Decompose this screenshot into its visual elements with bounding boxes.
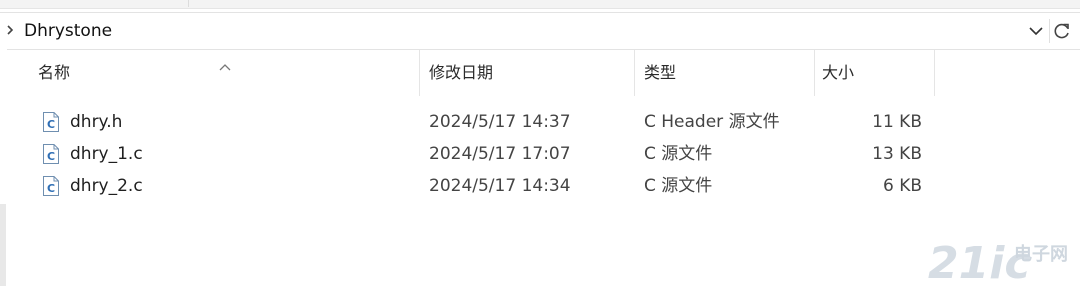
- c-source-file-icon: C: [42, 143, 60, 165]
- svg-text:C: C: [47, 182, 55, 195]
- file-size: 11 KB: [872, 112, 922, 132]
- top-strip-segment: [0, 0, 189, 7]
- svg-text:C: C: [47, 150, 55, 163]
- column-header-name[interactable]: 名称: [38, 50, 70, 96]
- file-name[interactable]: dhry.h: [70, 106, 122, 138]
- column-header-type[interactable]: 类型: [644, 50, 676, 96]
- svg-text:电子网: 电子网: [1014, 243, 1068, 265]
- file-date-modified: 2024/5/17 14:37: [429, 112, 571, 132]
- file-size: 6 KB: [882, 176, 922, 196]
- file-row[interactable]: C dhry.h 2024/5/17 14:37 C Header 源文件 11…: [30, 106, 950, 138]
- chevron-down-icon[interactable]: [1027, 21, 1045, 41]
- file-name[interactable]: dhry_2.c: [70, 170, 143, 202]
- address-bar[interactable]: Dhrystone: [0, 12, 1080, 50]
- column-divider[interactable]: [934, 50, 935, 96]
- column-divider[interactable]: [634, 50, 635, 96]
- file-type: C 源文件: [644, 144, 713, 164]
- file-date-modified: 2024/5/17 17:07: [429, 144, 571, 164]
- file-row[interactable]: C dhry_1.c 2024/5/17 17:07 C 源文件 13 KB: [30, 138, 950, 170]
- svg-text:C: C: [47, 118, 55, 131]
- file-size: 13 KB: [872, 144, 922, 164]
- c-source-file-icon: C: [42, 175, 60, 197]
- sidebar-scrollbar[interactable]: [0, 204, 6, 286]
- column-header-size[interactable]: 大小: [822, 50, 854, 96]
- column-header-date-modified[interactable]: 修改日期: [429, 50, 493, 96]
- file-type: C Header 源文件: [644, 112, 780, 132]
- breadcrumb-folder[interactable]: Dhrystone: [24, 20, 112, 42]
- sidebar-edge: [0, 49, 7, 286]
- file-type: C 源文件: [644, 176, 713, 196]
- file-date-modified: 2024/5/17 14:34: [429, 176, 571, 196]
- column-divider[interactable]: [419, 50, 420, 96]
- refresh-icon[interactable]: [1049, 19, 1074, 43]
- sort-ascending-icon: [218, 57, 232, 71]
- c-source-file-icon: C: [42, 111, 60, 133]
- chevron-right-icon[interactable]: [5, 23, 15, 37]
- window-top-strip: [0, 0, 1080, 9]
- file-name[interactable]: dhry_1.c: [70, 138, 143, 170]
- watermark-logo: 21ic 电子网: [928, 236, 1078, 288]
- file-row[interactable]: C dhry_2.c 2024/5/17 14:34 C 源文件 6 KB: [30, 170, 950, 202]
- column-divider[interactable]: [814, 50, 815, 96]
